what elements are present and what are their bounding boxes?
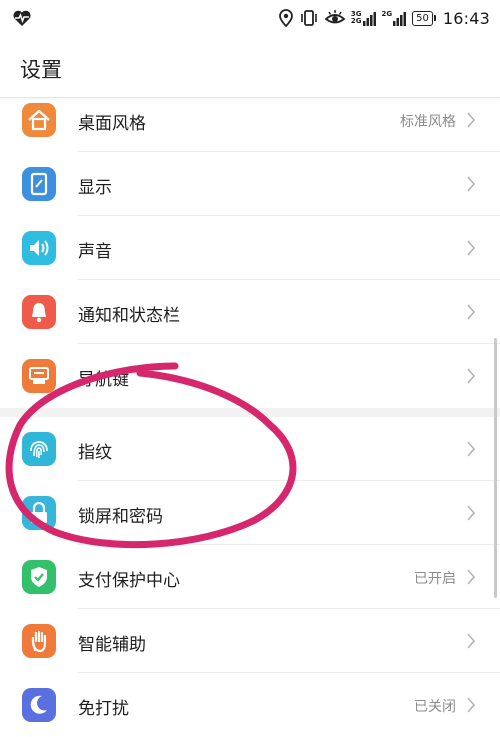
chevron-right-icon bbox=[467, 697, 476, 713]
setting-item-sound[interactable]: 声音 bbox=[0, 216, 500, 280]
bell-icon bbox=[22, 295, 56, 329]
shield-check-icon bbox=[22, 560, 56, 594]
location-pin-icon bbox=[279, 9, 293, 27]
setting-label: 声音 bbox=[78, 242, 112, 262]
display-icon bbox=[22, 167, 56, 201]
chevron-right-icon bbox=[467, 240, 476, 256]
chevron-right-icon bbox=[467, 368, 476, 384]
settings-list: 桌面风格 标准风格 显示 声音 通知和状态栏 导航键 指纹 锁屏和密码 支付保护… bbox=[0, 98, 500, 737]
clock: 16:43 bbox=[442, 8, 490, 28]
status-bar: 3G 2G 2G 50 16:43 bbox=[0, 0, 500, 36]
hand-icon bbox=[22, 624, 56, 658]
setting-label: 通知和状态栏 bbox=[78, 306, 180, 326]
setting-label: 智能辅助 bbox=[78, 635, 146, 655]
setting-label: 免打扰 bbox=[78, 699, 129, 719]
app-bar: 设置 bbox=[0, 36, 500, 98]
scrollbar[interactable] bbox=[494, 338, 497, 598]
home-icon bbox=[22, 103, 56, 137]
setting-label: 导航键 bbox=[78, 370, 129, 390]
chevron-right-icon bbox=[467, 176, 476, 192]
battery-icon: 50 bbox=[412, 10, 436, 26]
vibrate-icon bbox=[299, 9, 319, 27]
navigation-key-icon bbox=[22, 359, 56, 393]
setting-value: 已开启 bbox=[414, 571, 456, 587]
setting-item-display[interactable]: 显示 bbox=[0, 152, 500, 216]
chevron-right-icon bbox=[467, 569, 476, 585]
speaker-icon bbox=[22, 231, 56, 265]
setting-value: 标准风格 bbox=[400, 114, 456, 130]
setting-item-lock-screen-password[interactable]: 锁屏和密码 bbox=[0, 481, 500, 545]
signal-b-label: 2G bbox=[350, 17, 362, 25]
setting-item-smart-assist[interactable]: 智能辅助 bbox=[0, 609, 500, 673]
setting-label: 锁屏和密码 bbox=[78, 507, 163, 527]
chevron-right-icon bbox=[467, 304, 476, 320]
chevron-right-icon bbox=[467, 633, 476, 649]
section-divider bbox=[0, 408, 500, 417]
setting-item-do-not-disturb[interactable]: 免打扰 已关闭 bbox=[0, 673, 500, 737]
chevron-right-icon bbox=[467, 505, 476, 521]
lock-icon bbox=[22, 496, 56, 530]
setting-item-navigation-keys[interactable]: 导航键 bbox=[0, 344, 500, 408]
eye-comfort-icon bbox=[324, 10, 345, 26]
setting-label: 显示 bbox=[78, 178, 112, 198]
fingerprint-icon bbox=[22, 432, 56, 466]
chevron-right-icon bbox=[467, 112, 476, 128]
chevron-right-icon bbox=[467, 441, 476, 457]
setting-label: 支付保护中心 bbox=[78, 571, 180, 591]
setting-item-desktop-style[interactable]: 桌面风格 标准风格 bbox=[0, 98, 500, 152]
setting-item-payment-protection[interactable]: 支付保护中心 已开启 bbox=[0, 545, 500, 609]
battery-level: 50 bbox=[416, 12, 429, 24]
setting-value: 已关闭 bbox=[414, 699, 456, 715]
setting-label: 桌面风格 bbox=[78, 114, 146, 134]
setting-item-fingerprint[interactable]: 指纹 bbox=[0, 417, 500, 481]
setting-label: 指纹 bbox=[78, 443, 112, 463]
dual-signal-icon: 3G 2G bbox=[351, 10, 376, 26]
signal-icon: 2G bbox=[382, 10, 407, 26]
page-title: 设置 bbox=[20, 58, 62, 82]
setting-item-notifications[interactable]: 通知和状态栏 bbox=[0, 280, 500, 344]
health-heart-icon bbox=[12, 9, 32, 27]
moon-icon bbox=[22, 688, 56, 722]
